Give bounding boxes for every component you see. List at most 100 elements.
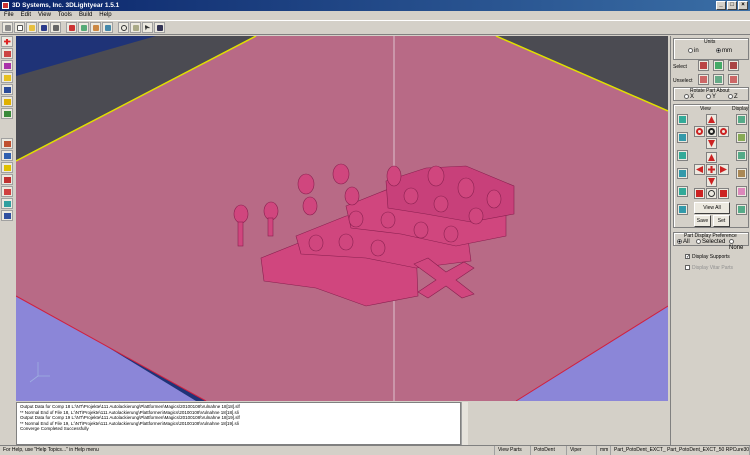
print-button[interactable]	[50, 22, 61, 33]
rotate-x-radio[interactable]: X	[684, 94, 694, 100]
menu-build[interactable]: Build	[79, 11, 92, 20]
wizard-button[interactable]	[2, 22, 13, 33]
save-view-button[interactable]: Save	[694, 215, 711, 227]
tool-10-button[interactable]	[1, 162, 13, 173]
arrow-up-icon	[708, 154, 715, 161]
tool-11-button[interactable]	[1, 174, 13, 185]
units-title: Units	[704, 39, 716, 45]
pref-selected-radio[interactable]: Selected	[696, 239, 725, 245]
select-part-button[interactable]	[728, 60, 739, 71]
rotate-cw-button[interactable]	[718, 126, 729, 137]
status-material: PotoDent	[531, 446, 567, 455]
display-support-button[interactable]	[736, 168, 747, 179]
radio[interactable]	[716, 48, 721, 53]
display-wire-button[interactable]	[736, 132, 747, 143]
pan-center-button[interactable]	[706, 164, 717, 175]
tool-4-button[interactable]	[1, 72, 13, 83]
view-all-button[interactable]: View All	[694, 202, 730, 214]
tool-icon	[3, 86, 11, 93]
unselect-part-button[interactable]	[728, 74, 739, 85]
3d-viewport[interactable]	[16, 36, 668, 401]
rotate-z-radio[interactable]: Z	[728, 94, 738, 100]
display-edge-button[interactable]	[736, 150, 747, 161]
zoom-window-button[interactable]	[706, 188, 717, 199]
rotate-down-button[interactable]	[706, 138, 717, 149]
menu-tools[interactable]: Tools	[58, 11, 72, 20]
tool-8-button[interactable]	[1, 138, 13, 149]
display-part-checkbox[interactable]: Display Vitar Parts	[685, 265, 733, 271]
pan-right-button[interactable]	[718, 164, 729, 175]
tool-9-button[interactable]	[1, 150, 13, 161]
pan-down-button[interactable]	[706, 176, 717, 187]
zoom-out-button[interactable]	[694, 188, 705, 199]
menu-edit[interactable]: Edit	[21, 11, 31, 20]
unselect-box-button[interactable]	[713, 74, 724, 85]
view-iso-5-button[interactable]	[677, 186, 688, 197]
view-iso-1-button[interactable]	[677, 114, 688, 125]
minimize-button[interactable]: _	[716, 1, 726, 10]
view-iso-2-button[interactable]	[677, 132, 688, 143]
view-cube-icon	[679, 188, 686, 195]
select-box-icon	[715, 62, 722, 69]
menu-view[interactable]: View	[38, 11, 51, 20]
measure-button[interactable]	[130, 22, 141, 33]
help-pointer-button[interactable]	[154, 22, 165, 33]
pan-up-button[interactable]	[706, 152, 717, 163]
tool-icon	[3, 140, 11, 147]
menu-file[interactable]: File	[4, 11, 14, 20]
pref-none-radio[interactable]: None	[729, 239, 748, 251]
checkbox[interactable]	[685, 265, 690, 271]
rotate-up-button[interactable]	[706, 114, 717, 125]
tool-3-button[interactable]	[1, 60, 13, 71]
status-units: mm	[597, 446, 611, 455]
select-box-button[interactable]	[713, 60, 724, 71]
tool-2-button[interactable]	[1, 48, 13, 59]
view-iso-3-button[interactable]	[677, 150, 688, 161]
unselect-box-icon	[715, 76, 722, 83]
rotate-center-button[interactable]	[706, 126, 717, 137]
export-button[interactable]	[102, 22, 113, 33]
add-part-button[interactable]	[1, 36, 13, 47]
display-supports-checkbox[interactable]: ✓ Display Supports	[685, 254, 730, 260]
close-button[interactable]: ×	[738, 1, 748, 10]
rotate-y-radio[interactable]: Y	[706, 94, 716, 100]
tool-icon	[3, 200, 11, 207]
select-all-button[interactable]	[698, 60, 709, 71]
pointer-button[interactable]	[142, 22, 153, 33]
set-view-button[interactable]: Set	[713, 215, 730, 227]
unselect-part-icon	[730, 76, 737, 83]
new-button[interactable]	[14, 22, 25, 33]
display-slice-button[interactable]	[736, 186, 747, 197]
units-radio-in[interactable]: in	[688, 48, 699, 54]
tool-6-button[interactable]	[1, 96, 13, 107]
display-grid-button[interactable]	[736, 204, 747, 215]
tool-7-button[interactable]	[1, 108, 13, 119]
support-button[interactable]	[90, 22, 101, 33]
layer-button[interactable]	[78, 22, 89, 33]
tool-13-button[interactable]	[1, 198, 13, 209]
radio[interactable]	[688, 48, 693, 53]
pref-all-radio[interactable]: All	[677, 239, 690, 245]
zoom-button[interactable]	[118, 22, 129, 33]
tooth	[308, 234, 324, 252]
units-radio-mm[interactable]: mm	[716, 48, 732, 54]
save-file-button[interactable]	[38, 22, 49, 33]
rotate-ccw-button[interactable]	[694, 126, 705, 137]
zoom-in-button[interactable]	[718, 188, 729, 199]
tool-12-button[interactable]	[1, 186, 13, 197]
build-button[interactable]	[66, 22, 77, 33]
checkbox[interactable]: ✓	[685, 254, 690, 260]
unselect-all-button[interactable]	[698, 74, 709, 85]
menu-help[interactable]: Help	[99, 11, 111, 20]
view-iso-4-button[interactable]	[677, 168, 688, 179]
log-scrollbar[interactable]	[461, 402, 468, 445]
pan-left-button[interactable]	[694, 164, 705, 175]
view-cube-icon	[679, 170, 686, 177]
view-iso-6-button[interactable]	[677, 204, 688, 215]
open-button[interactable]	[26, 22, 37, 33]
display-shaded-button[interactable]	[736, 114, 747, 125]
maximize-button[interactable]: □	[727, 1, 737, 10]
select-label: Select	[673, 64, 687, 70]
tool-5-button[interactable]	[1, 84, 13, 95]
tool-14-button[interactable]	[1, 210, 13, 221]
